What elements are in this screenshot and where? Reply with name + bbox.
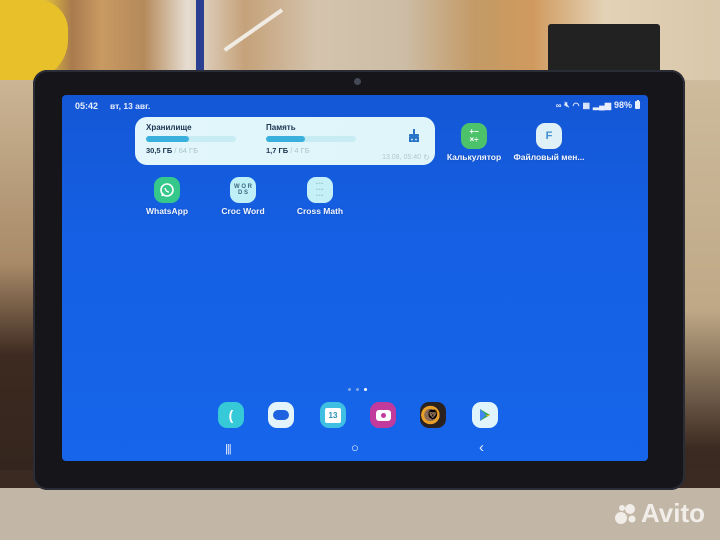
app-calculator[interactable]: +− ×÷ Калькулятор (434, 123, 514, 162)
storage-label: Хранилище (146, 123, 192, 132)
nav-recents-button[interactable]: ||| (225, 443, 232, 455)
link-icon: ∞ (555, 100, 562, 110)
memory-bar (266, 136, 356, 142)
background-cable (196, 0, 204, 75)
dock-play-store[interactable] (472, 402, 498, 428)
app-croc-word[interactable]: W O RD S Croc Word (203, 177, 283, 216)
storage-bar (146, 136, 236, 142)
app-label: Croc Word (221, 206, 265, 216)
page-dot-active[interactable] (364, 388, 367, 391)
file-manager-icon: F (536, 123, 562, 149)
avito-text: Avito (641, 498, 706, 528)
play-store-icon (480, 409, 490, 421)
battery-icon (635, 99, 640, 109)
page-indicator (348, 388, 367, 391)
calendar-icon: 13 (325, 407, 341, 423)
nav-back-button[interactable]: ‹ (479, 439, 484, 456)
widget-updated-time: 13.08, 05:40 (382, 154, 421, 161)
memory-total: / 4 ГБ (290, 146, 310, 155)
nfc-icon: ▦ (582, 100, 590, 110)
cross-math-icon: ▫▫▫ ▫▫▫ ▫▫▫ (307, 177, 333, 203)
memory-bar-fill (266, 136, 305, 142)
app-whatsapp[interactable]: WhatsApp (127, 177, 207, 216)
app-file-manager[interactable]: F Файловый мен... (509, 123, 589, 162)
status-time: 05:42 (75, 101, 99, 111)
dock-phone[interactable]: ( (218, 402, 244, 428)
storage-value: 30,5 ГБ / 64 ГБ (146, 146, 198, 155)
battery-percent: 98% (613, 100, 632, 110)
calculator-icon: +− ×÷ (461, 123, 487, 149)
app-label: Файловый мен... (513, 152, 585, 162)
refresh-icon[interactable]: ↻ (423, 153, 430, 162)
dock-camera[interactable] (370, 402, 396, 428)
storage-bar-fill (146, 136, 190, 142)
dock-messages[interactable] (268, 402, 294, 428)
status-date: вт, 13 авг. (110, 101, 151, 111)
broom-icon[interactable] (407, 129, 421, 143)
dock-game[interactable]: 🦁︎ (420, 402, 446, 428)
avito-watermark: Avito (614, 498, 705, 529)
mute-icon: 🔇︎ (564, 100, 570, 109)
phone-icon: ( (228, 407, 234, 423)
nav-home-button[interactable]: ○ (351, 440, 359, 455)
page-dot[interactable] (356, 388, 359, 391)
signal-icon: ▂▄▆ (593, 100, 611, 110)
wifi-icon: ◠ (572, 100, 580, 110)
messages-icon (273, 410, 289, 420)
game-icon: 🦁︎ (426, 409, 440, 421)
status-bar: 05:42 вт, 13 авг. ∞ 🔇︎ ◠ ▦ ▂▄▆ 98% (62, 95, 648, 115)
memory-value: 1,7 ГБ / 4 ГБ (266, 146, 310, 155)
front-camera (354, 78, 361, 85)
app-label: Cross Math (296, 206, 344, 216)
camera-icon (375, 409, 391, 421)
avito-logo-icon (615, 503, 636, 524)
croc-word-icon: W O RD S (230, 177, 256, 203)
storage-used: 30,5 ГБ (146, 146, 173, 155)
app-label: Калькулятор (446, 152, 502, 162)
app-cross-math[interactable]: ▫▫▫ ▫▫▫ ▫▫▫ Cross Math (280, 177, 360, 216)
home-screen: 05:42 вт, 13 авг. ∞ 🔇︎ ◠ ▦ ▂▄▆ 98% Храни… (62, 95, 648, 461)
storage-total: / 64 ГБ (174, 146, 198, 155)
storage-widget[interactable]: Хранилище 30,5 ГБ / 64 ГБ Память 1,7 ГБ … (135, 117, 435, 165)
app-label: WhatsApp (145, 206, 189, 216)
memory-used: 1,7 ГБ (266, 146, 289, 155)
status-icons: ∞ 🔇︎ ◠ ▦ ▂▄▆ 98% (555, 99, 640, 110)
dock-calendar[interactable]: 13 (320, 402, 346, 428)
whatsapp-icon (154, 177, 180, 203)
page-dot[interactable] (348, 388, 351, 391)
background-box-surface (0, 488, 720, 540)
memory-label: Память (266, 123, 296, 132)
